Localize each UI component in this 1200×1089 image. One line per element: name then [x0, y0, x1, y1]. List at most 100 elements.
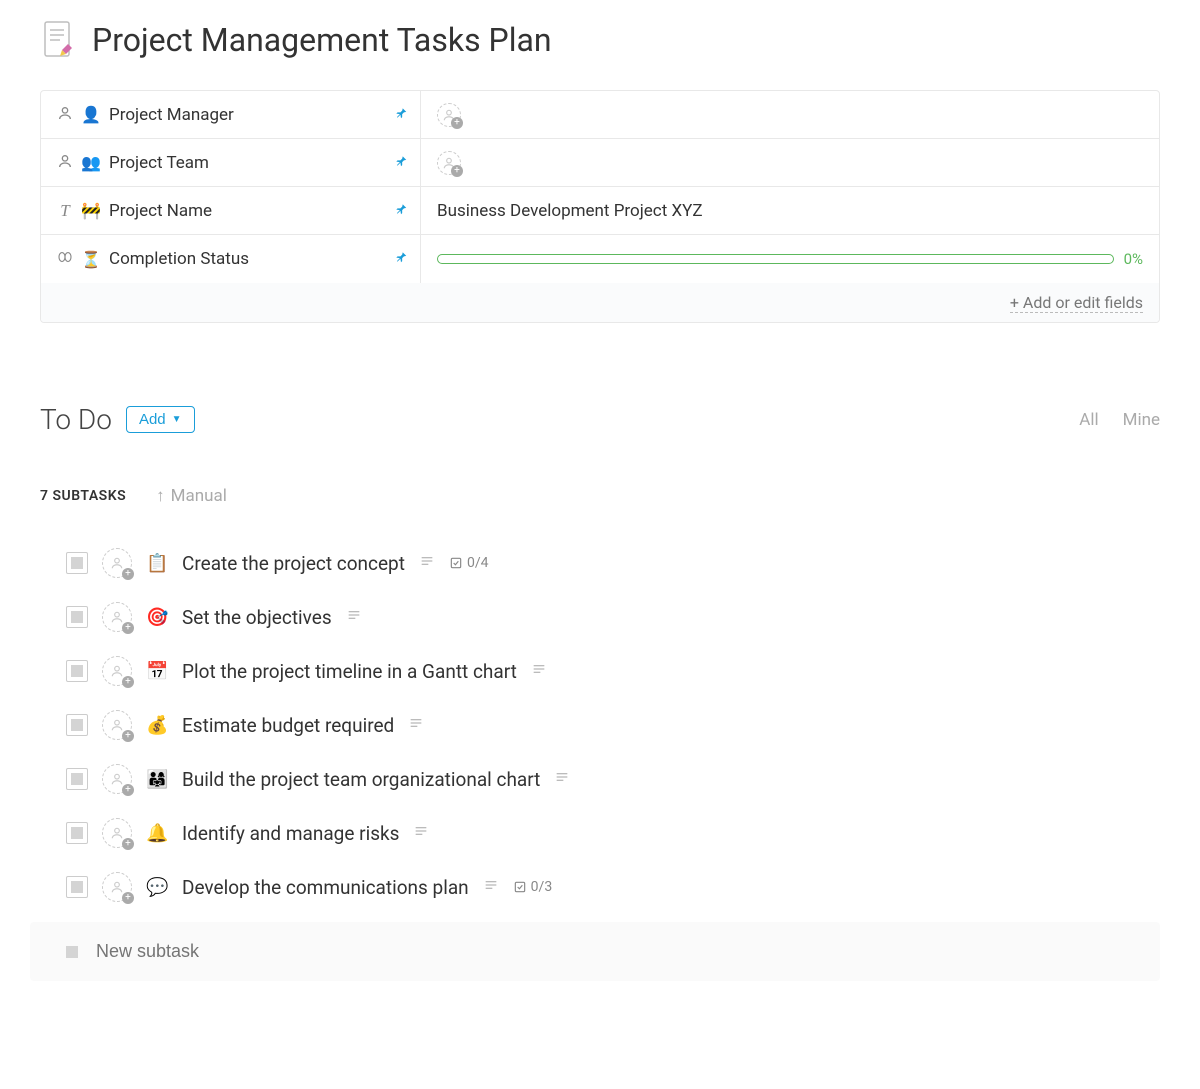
task-checkbox[interactable]	[66, 768, 88, 790]
page-title: Project Management Tasks Plan	[92, 21, 552, 59]
task-row[interactable]: 📋 Create the project concept 0/4	[66, 536, 1160, 590]
field-label: Completion Status	[109, 249, 249, 269]
assignee-add-icon[interactable]	[102, 548, 132, 578]
pin-icon[interactable]	[394, 202, 408, 220]
add-edit-fields-row: + Add or edit fields	[41, 283, 1159, 322]
filter-tab-mine[interactable]: Mine	[1123, 410, 1160, 430]
task-row[interactable]: 💰 Estimate budget required	[66, 698, 1160, 752]
filter-tab-all[interactable]: All	[1079, 410, 1098, 430]
field-emoji-icon: 👤	[79, 105, 103, 124]
description-icon	[419, 553, 435, 573]
task-row[interactable]: 🔔 Identify and manage risks	[66, 806, 1160, 860]
task-title: Create the project concept	[182, 552, 405, 575]
task-checkbox[interactable]	[66, 660, 88, 682]
assignee-add-icon[interactable]	[437, 151, 461, 175]
progress-bar: 0%	[437, 250, 1143, 268]
assignee-add-icon[interactable]	[102, 872, 132, 902]
todo-title: To Do	[40, 403, 112, 436]
task-title: Identify and manage risks	[182, 822, 399, 845]
task-emoji-icon: 🎯	[146, 607, 168, 628]
description-icon	[554, 769, 570, 789]
field-label: Project Manager	[109, 105, 234, 125]
description-icon	[413, 823, 429, 843]
task-emoji-icon: 💰	[146, 715, 168, 736]
field-emoji-icon: 🚧	[79, 201, 103, 220]
filter-tabs: All Mine	[1079, 410, 1160, 430]
task-row[interactable]: 📅 Plot the project timeline in a Gantt ch…	[66, 644, 1160, 698]
field-label-cell[interactable]: T🚧 Project Name	[41, 187, 421, 234]
task-emoji-icon: 📋	[146, 553, 168, 574]
assignee-add-icon[interactable]	[102, 764, 132, 794]
chevron-down-icon: ▼	[172, 414, 182, 425]
pin-icon[interactable]	[394, 106, 408, 124]
field-type-icon	[55, 153, 75, 173]
task-list: 📋 Create the project concept 0/4 🎯 Set the o…	[40, 536, 1160, 914]
field-type-icon: T	[55, 201, 75, 221]
field-row: 👤 Project Manager	[41, 91, 1159, 139]
add-button-label: Add	[139, 411, 166, 428]
task-title: Plot the project timeline in a Gantt cha…	[182, 660, 517, 683]
progress-label: 0%	[1124, 250, 1143, 268]
description-icon	[346, 607, 362, 627]
field-label: Project Name	[109, 201, 212, 221]
assignee-add-icon[interactable]	[102, 710, 132, 740]
field-value-cell[interactable]: Business Development Project XYZ	[421, 187, 1159, 234]
task-row[interactable]: 💬 Develop the communications plan 0/3	[66, 860, 1160, 914]
sort-dropdown[interactable]: ↑ Manual	[156, 486, 227, 506]
field-label-cell[interactable]: ⏳ Completion Status	[41, 235, 421, 283]
new-subtask-input[interactable]	[94, 940, 494, 963]
sort-label: Manual	[171, 486, 227, 506]
new-subtask-checkbox-placeholder	[66, 946, 78, 958]
field-emoji-icon: ⏳	[79, 250, 103, 269]
task-checkbox[interactable]	[66, 822, 88, 844]
field-emoji-icon: 👥	[79, 153, 103, 172]
page-header: Project Management Tasks Plan	[40, 20, 1160, 60]
task-row[interactable]: 🎯 Set the objectives	[66, 590, 1160, 644]
arrow-up-icon: ↑	[156, 486, 165, 506]
field-value-cell[interactable]	[421, 91, 1159, 138]
assignee-add-icon[interactable]	[102, 656, 132, 686]
task-emoji-icon: 👨‍👩‍👧	[146, 769, 168, 790]
subtasks-count: 7 SUBTASKS	[40, 488, 126, 504]
task-checkbox[interactable]	[66, 714, 88, 736]
document-icon	[40, 20, 76, 60]
task-checkbox[interactable]	[66, 606, 88, 628]
field-label: Project Team	[109, 153, 209, 173]
field-row: T🚧 Project Name Business Development Proje…	[41, 187, 1159, 235]
description-icon	[408, 715, 424, 735]
field-type-icon	[55, 248, 75, 270]
assignee-add-icon[interactable]	[102, 602, 132, 632]
description-icon	[483, 877, 499, 897]
todo-header: To Do Add ▼ All Mine	[40, 403, 1160, 436]
task-title: Estimate budget required	[182, 714, 394, 737]
field-label-cell[interactable]: 👥 Project Team	[41, 139, 421, 186]
field-type-icon	[55, 105, 75, 125]
pin-icon[interactable]	[394, 250, 408, 268]
field-row: ⏳ Completion Status 0%	[41, 235, 1159, 283]
task-checkbox[interactable]	[66, 552, 88, 574]
task-row[interactable]: 👨‍👩‍👧 Build the project team organization…	[66, 752, 1160, 806]
field-value-text: Business Development Project XYZ	[437, 201, 703, 221]
add-edit-fields-link[interactable]: + Add or edit fields	[1010, 293, 1143, 313]
pin-icon[interactable]	[394, 154, 408, 172]
subtasks-header: 7 SUBTASKS ↑ Manual	[40, 486, 1160, 506]
task-title: Build the project team organizational ch…	[182, 768, 540, 791]
assignee-add-icon[interactable]	[102, 818, 132, 848]
assignee-add-icon[interactable]	[437, 103, 461, 127]
new-subtask-row[interactable]	[30, 922, 1160, 981]
field-value-cell[interactable]: 0%	[421, 235, 1159, 283]
task-emoji-icon: 💬	[146, 877, 168, 898]
task-title: Develop the communications plan	[182, 876, 469, 899]
task-title: Set the objectives	[182, 606, 332, 629]
field-value-cell[interactable]	[421, 139, 1159, 186]
description-icon	[531, 661, 547, 681]
subtask-count-badge: 0/4	[449, 555, 489, 571]
task-checkbox[interactable]	[66, 876, 88, 898]
task-emoji-icon: 🔔	[146, 823, 168, 844]
subtask-count-badge: 0/3	[513, 879, 553, 895]
field-label-cell[interactable]: 👤 Project Manager	[41, 91, 421, 138]
task-emoji-icon: 📅	[146, 661, 168, 682]
add-button[interactable]: Add ▼	[126, 406, 195, 433]
fields-table: 👤 Project Manager 👥 Project Team T🚧 Project N…	[40, 90, 1160, 323]
field-row: 👥 Project Team	[41, 139, 1159, 187]
